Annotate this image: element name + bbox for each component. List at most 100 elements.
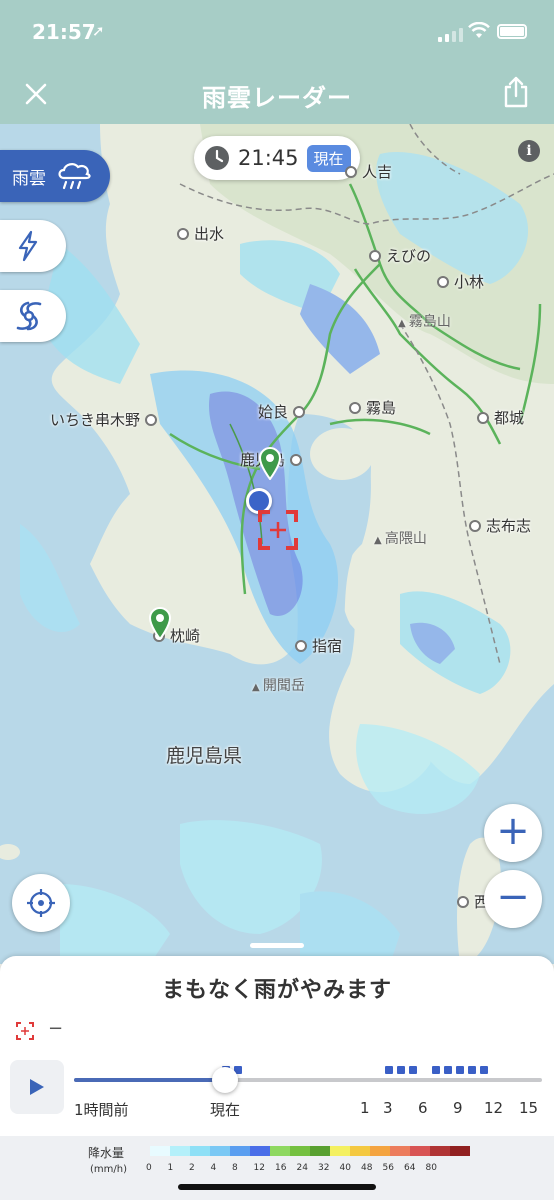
legend-swatch [430,1146,450,1156]
place-dot-icon [177,227,189,240]
play-button[interactable] [10,1060,64,1114]
legend-ticks: 0 1 2 4 8 12 16 24 32 40 48 56 64 80 [146,1163,486,1177]
layer-thunder-button[interactable] [0,220,66,272]
status-bar: 21:57 ➚ [0,0,554,62]
zoom-out-button[interactable]: − [484,870,542,928]
legend-swatch [310,1146,330,1156]
location-pin-makurazaki[interactable] [148,606,172,640]
legend-swatch [350,1146,370,1156]
mountain-kirishimayama: ▲ 霧島山 [398,311,451,331]
place-name: 指宿 [312,637,343,655]
place-kobayashi: 小林 [432,271,484,292]
layer-rain-button[interactable]: 雨雲 [0,150,110,202]
legend-swatch [290,1146,310,1156]
mountain-takakumayama: ▲ 高隈山 [374,528,427,548]
mountain-icon: ▲ [252,682,263,693]
place-dot-icon [469,519,481,532]
nav-bar: 雨雲レーダー [0,62,554,124]
prefecture-label: 鹿児島県 [166,745,243,767]
signal-icon [438,28,463,42]
legend-tick: 4 [210,1163,217,1173]
legend-tick: 12 [253,1163,265,1173]
forecast-rain-mark [444,1066,452,1074]
timeline-label: 6 [418,1099,428,1117]
legend-tick: 24 [296,1163,308,1173]
rain-cloud-icon [58,163,91,190]
legend-tick: 40 [339,1163,351,1173]
share-icon[interactable] [502,76,530,108]
sheet-drag-handle[interactable] [250,943,304,948]
target-crosshair-icon[interactable] [258,510,298,550]
play-icon [30,1079,44,1095]
place-dot-icon [295,639,307,652]
timeline-label: 15 [519,1099,539,1117]
legend-swatch [410,1146,430,1156]
mountain-name: 霧島山 [408,314,451,330]
place-name: 出水 [194,225,225,243]
legend-swatch [170,1146,190,1156]
legend-tick: 2 [189,1163,195,1173]
timeline-label: 3 [383,1099,393,1117]
radar-map[interactable]: 21:45 現在 i 雨雲 人吉出水えびの小林いちき串木野姶良霧島都城鹿児島志布… [0,124,554,964]
mountain-name: 開聞岳 [262,678,305,694]
forecast-rain-mark [456,1066,464,1074]
layer-typhoon-button[interactable] [0,290,66,342]
precipitation-legend: 降水量 (mm/h) 0 1 2 4 8 12 16 24 32 40 48 56 64 80 [0,1136,554,1200]
lightning-icon [18,230,38,262]
locate-me-button[interactable] [12,874,70,932]
mountain-icon: ▲ [374,535,385,546]
zoom-in-button[interactable]: + [484,804,542,862]
legend-tick: 80 [425,1163,437,1173]
current-rain-value: − [48,1018,64,1039]
place-dot-icon [349,401,361,414]
place-dot-icon [293,405,306,418]
legend-swatch [330,1146,350,1156]
battery-icon [497,24,527,39]
place-hitoyoshi: 人吉 [340,161,392,182]
place-dot-icon [477,411,489,424]
legend-tick: 56 [382,1163,394,1173]
legend-swatch [390,1146,410,1156]
info-icon[interactable]: i [518,140,540,162]
timeline-label: 1時間前 [74,1101,129,1119]
timeline-label: 1 [360,1099,370,1117]
place-name: えびの [386,247,432,265]
forecast-rain-mark [397,1066,405,1074]
rain-forecast-message: まもなく雨がやみます [161,978,392,1003]
timeline-thumb[interactable] [212,1067,238,1093]
page-title: 雨雲レーダー [202,84,352,112]
location-arrow-icon: ➚ [92,22,105,40]
place-name: 人吉 [362,163,393,181]
legend-swatch [250,1146,270,1156]
place-dot-icon [457,895,469,908]
place-ibusuki: 指宿 [290,635,342,656]
timeline-past-fill [74,1078,226,1082]
place-dot-icon [437,275,449,288]
legend-swatch [150,1146,170,1156]
legend-color-bar [150,1146,470,1156]
place-ebino: えびの [364,245,431,266]
location-pin-kagoshima[interactable] [258,446,282,480]
legend-title: 降水量 [88,1146,125,1160]
place-name: いちき串木野 [50,411,141,429]
legend-swatch [230,1146,250,1156]
radar-time: 21:45 [238,146,299,170]
typhoon-icon [16,301,42,331]
place-name: 霧島 [366,399,397,417]
timeline-slider[interactable] [74,1056,542,1116]
legend-tick: 0 [146,1163,152,1173]
place-name: 姶良 [258,403,289,421]
place-name: 都城 [494,409,525,427]
legend-swatch [190,1146,210,1156]
legend-unit: (mm/h) [90,1164,127,1175]
timeline-label: 9 [453,1099,463,1117]
legend-tick: 48 [361,1163,373,1173]
place-izumi: 出水 [172,223,224,244]
wifi-icon [468,22,490,38]
legend-swatch [370,1146,390,1156]
legend-tick: 32 [318,1163,330,1173]
crosshair-icon [27,889,55,917]
radar-time-pill[interactable]: 21:45 現在 [194,136,360,180]
clock-icon [205,146,229,170]
forecast-rain-mark [409,1066,417,1074]
